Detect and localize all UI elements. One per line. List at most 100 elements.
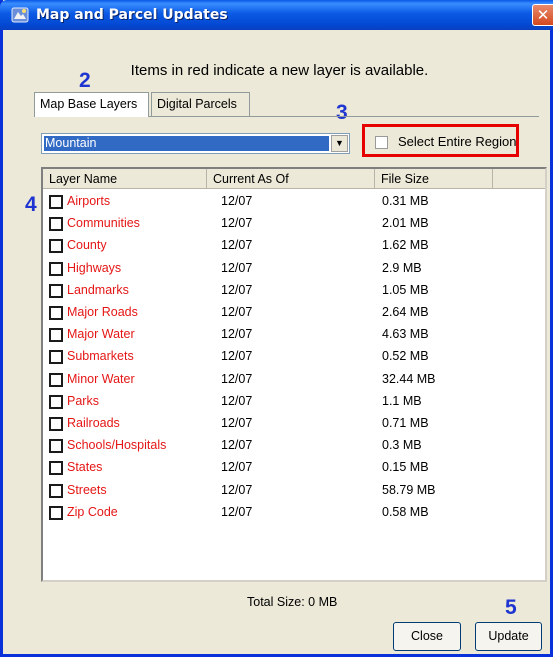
layer-current-as-of: 12/07: [221, 216, 253, 231]
total-size-label: Total Size: 0 MB: [247, 595, 338, 609]
layer-name: Zip Code: [67, 504, 118, 519]
layer-current-as-of: 12/07: [221, 305, 253, 319]
column-header-current-as-of[interactable]: Current As Of: [207, 169, 375, 189]
layer-current-as-of: 12/07: [221, 194, 253, 208]
region-dropdown[interactable]: Mountain ▼: [41, 133, 350, 154]
layer-file-size: 1.05 MB: [382, 282, 429, 297]
chevron-down-icon[interactable]: ▼: [331, 135, 348, 152]
layer-name: Major Roads: [67, 305, 138, 319]
layer-file-size: 2.01 MB: [382, 216, 429, 231]
layer-file-size: 0.71 MB: [382, 416, 429, 430]
layer-current-as-of: 12/07: [221, 460, 253, 475]
select-entire-region-highlight: Select Entire Region: [362, 124, 519, 157]
window-title: Map and Parcel Updates: [36, 7, 228, 23]
layers-list[interactable]: Layer Name Current As Of File Size Airpo…: [41, 167, 547, 582]
table-row[interactable]: Landmarks 12/07 1.05 MB: [43, 280, 543, 302]
layer-name: Highways: [67, 260, 122, 275]
layer-current-as-of: 12/07: [221, 438, 253, 453]
layer-checkbox[interactable]: [49, 328, 63, 343]
layer-current-as-of: 12/07: [221, 238, 253, 253]
table-row[interactable]: States 12/07 0.15 MB: [43, 457, 543, 479]
layer-current-as-of: 12/07: [221, 393, 253, 408]
layer-file-size: 32.44 MB: [382, 371, 436, 386]
layer-file-size: 1.62 MB: [382, 238, 429, 253]
table-row[interactable]: Communities 12/07 2.01 MB: [43, 213, 543, 235]
region-dropdown-value: Mountain: [44, 136, 329, 151]
layer-name: Minor Water: [67, 371, 135, 386]
annotation-4: 4: [25, 193, 37, 216]
layer-current-as-of: 12/07: [221, 371, 253, 386]
layer-checkbox[interactable]: [49, 350, 63, 365]
layer-name: Major Water: [67, 327, 135, 342]
table-row[interactable]: Highways 12/07 2.9 MB: [43, 258, 543, 280]
layer-file-size: 0.15 MB: [382, 460, 429, 475]
layer-name: Landmarks: [67, 282, 129, 297]
select-entire-region-label[interactable]: Select Entire Region: [398, 134, 517, 149]
table-row[interactable]: Airports 12/07 0.31 MB: [43, 191, 543, 213]
table-row[interactable]: County 12/07 1.62 MB: [43, 235, 543, 257]
layer-current-as-of: 12/07: [221, 349, 253, 364]
table-row[interactable]: Minor Water 12/07 32.44 MB: [43, 369, 543, 391]
layer-file-size: 4.63 MB: [382, 327, 429, 342]
layer-checkbox[interactable]: [49, 417, 63, 431]
update-button[interactable]: Update: [475, 622, 542, 651]
layer-current-as-of: 12/07: [221, 482, 253, 497]
layer-file-size: 0.31 MB: [382, 194, 429, 208]
dialog-window: Map and Parcel Updates ✕ Items in red in…: [0, 0, 553, 657]
layer-name: Communities: [67, 216, 140, 231]
table-row[interactable]: Zip Code 12/07 0.58 MB: [43, 502, 543, 524]
layer-file-size: 0.52 MB: [382, 349, 429, 364]
layer-checkbox[interactable]: [49, 306, 63, 320]
layer-name: Parks: [67, 393, 99, 408]
layer-current-as-of: 12/07: [221, 260, 253, 275]
layer-checkbox[interactable]: [49, 261, 63, 276]
table-row[interactable]: Parks 12/07 1.1 MB: [43, 391, 543, 413]
tab-map-base-layers[interactable]: Map Base Layers: [34, 92, 149, 117]
layer-checkbox[interactable]: [49, 283, 63, 298]
layer-file-size: 2.64 MB: [382, 305, 429, 319]
close-button[interactable]: Close: [393, 622, 461, 651]
tab-digital-parcels[interactable]: Digital Parcels: [151, 92, 250, 116]
table-row[interactable]: Schools/Hospitals 12/07 0.3 MB: [43, 435, 543, 457]
layer-name: Streets: [67, 482, 107, 497]
table-row[interactable]: Major Roads 12/07 2.64 MB: [43, 302, 543, 324]
layer-checkbox[interactable]: [49, 239, 63, 254]
layer-name: Submarkets: [67, 349, 134, 364]
app-icon: [11, 7, 29, 23]
title-bar[interactable]: Map and Parcel Updates ✕: [0, 0, 553, 30]
layer-checkbox[interactable]: [49, 195, 63, 209]
layer-checkbox[interactable]: [49, 483, 63, 498]
layer-checkbox[interactable]: [49, 394, 63, 409]
layer-name: County: [67, 238, 107, 253]
layer-name: Railroads: [67, 416, 120, 430]
table-row[interactable]: Major Water 12/07 4.63 MB: [43, 324, 543, 346]
layer-current-as-of: 12/07: [221, 327, 253, 342]
layer-file-size: 0.58 MB: [382, 504, 429, 519]
column-header-file-size[interactable]: File Size: [375, 169, 493, 189]
table-row[interactable]: Submarkets 12/07 0.52 MB: [43, 346, 543, 368]
layer-name: States: [67, 460, 103, 475]
table-row[interactable]: Streets 12/07 58.79 MB: [43, 480, 543, 502]
column-header-empty: [493, 169, 545, 189]
annotation-2: 2: [79, 69, 91, 92]
column-header-layer-name[interactable]: Layer Name: [43, 169, 207, 189]
close-window-button[interactable]: ✕: [532, 4, 553, 26]
layer-checkbox[interactable]: [49, 439, 63, 454]
layer-name: Schools/Hospitals: [67, 438, 167, 453]
layer-checkbox[interactable]: [49, 372, 63, 387]
annotation-3: 3: [336, 101, 348, 124]
layer-checkbox[interactable]: [49, 461, 63, 476]
table-row[interactable]: Railroads 12/07 0.71 MB: [43, 413, 543, 435]
layer-current-as-of: 12/07: [221, 504, 253, 519]
layer-checkbox[interactable]: [49, 217, 63, 232]
select-entire-region-checkbox[interactable]: [375, 136, 388, 149]
list-header: Layer Name Current As Of File Size: [43, 169, 545, 189]
layer-file-size: 1.1 MB: [382, 393, 422, 408]
layer-name: Airports: [67, 194, 111, 208]
layer-file-size: 0.3 MB: [382, 438, 422, 453]
annotation-5: 5: [505, 596, 517, 619]
layer-checkbox[interactable]: [49, 505, 63, 520]
layer-file-size: 58.79 MB: [382, 482, 436, 497]
layer-current-as-of: 12/07: [221, 416, 253, 430]
layer-current-as-of: 12/07: [221, 282, 253, 297]
